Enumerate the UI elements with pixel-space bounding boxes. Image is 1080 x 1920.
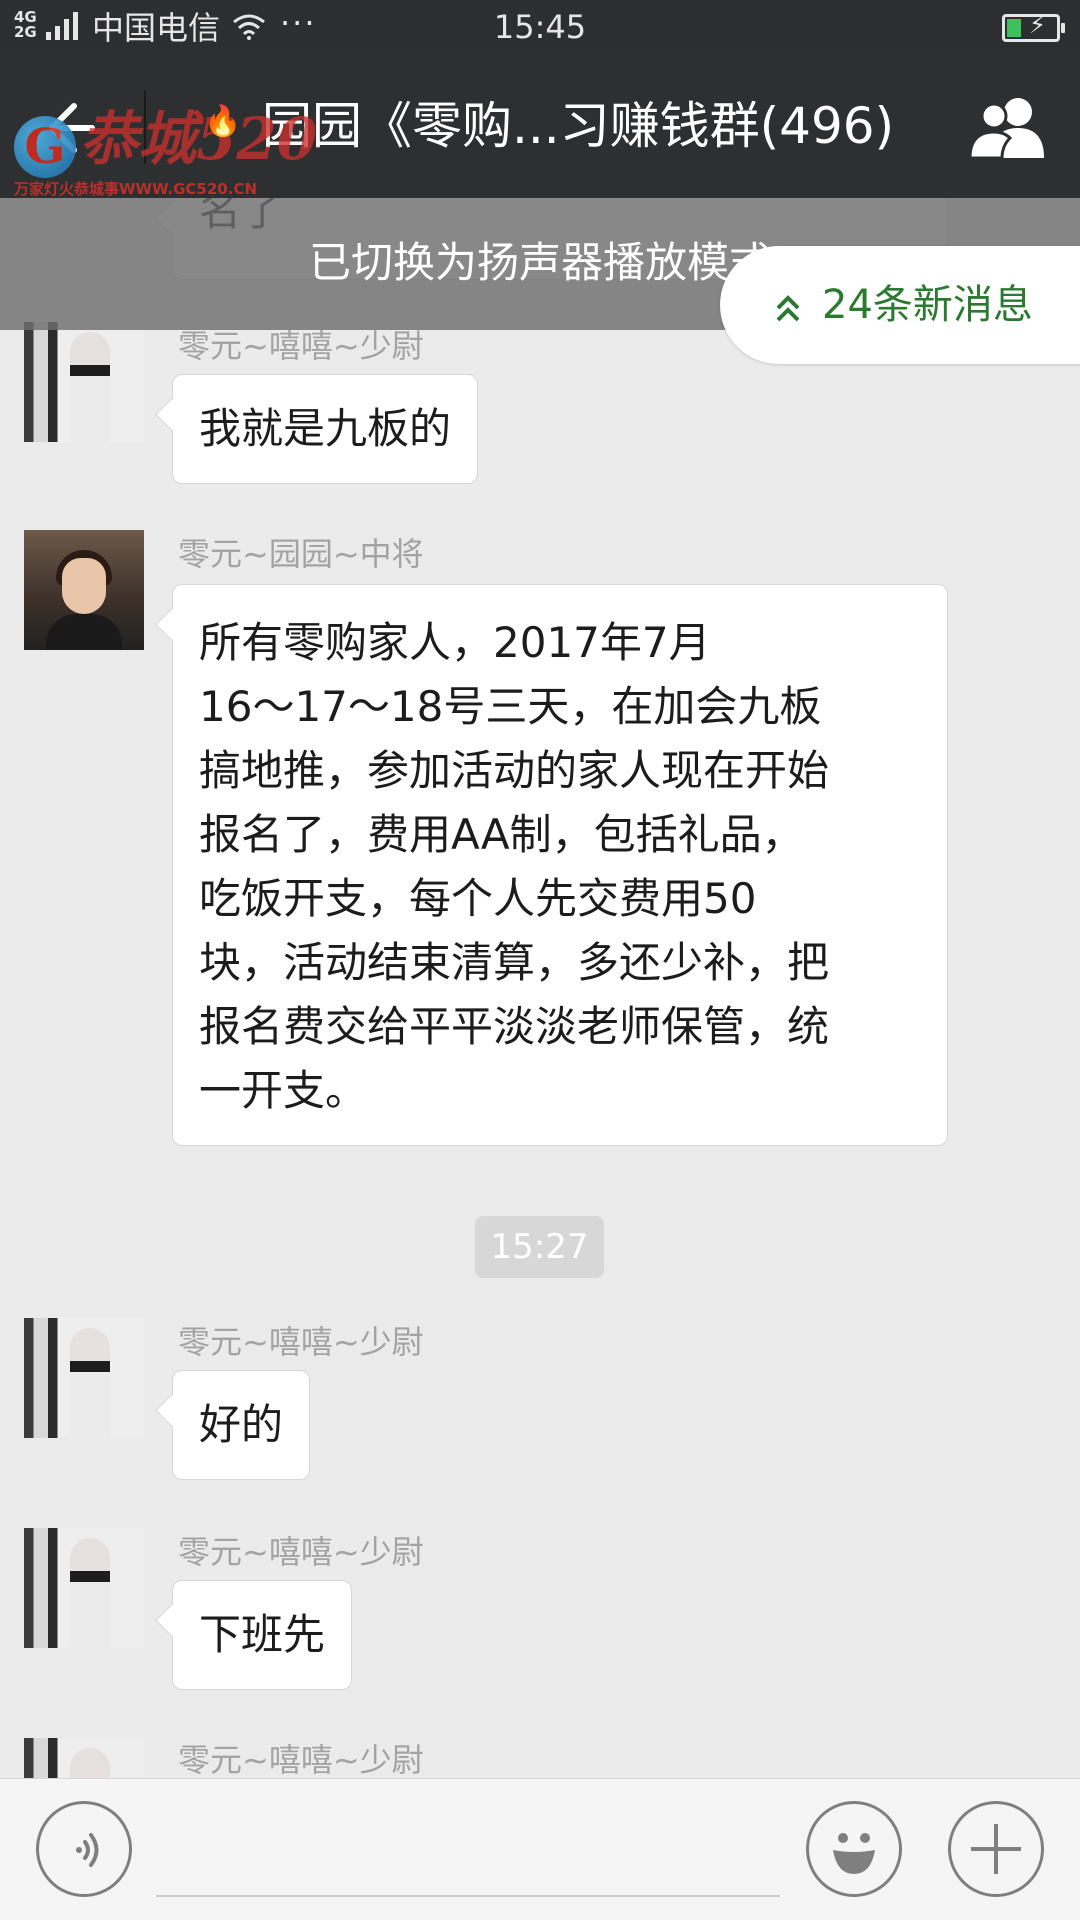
- message-list[interactable]: 名了 零元~嘻嘻~少尉 我就是九板的 零元~园园~中将 所有零购家人，2017年…: [0, 198, 1080, 1778]
- status-bar: 4G 2G 中国电信 ··· 15:45 ⚡: [0, 0, 1080, 54]
- message-line: 报名费交给平平淡淡老师保管，统: [199, 1002, 830, 1051]
- message-line: 一开支。: [199, 1066, 368, 1115]
- avatar[interactable]: [24, 322, 144, 442]
- avatar-figure: [70, 1538, 110, 1648]
- charging-bolt-icon: ⚡: [1029, 11, 1046, 39]
- message-line: 搞地推，参加活动的家人现在开始: [199, 746, 830, 795]
- watermark-logo-text: 恭城520: [80, 105, 318, 173]
- clock: 15:45: [493, 8, 587, 46]
- message-bubble[interactable]: 好的: [172, 1370, 311, 1480]
- message-line: 16～17～18号三天，在加会九板: [199, 682, 822, 731]
- double-chevron-up-icon: [776, 295, 800, 322]
- message-text: 我就是九板的: [199, 404, 452, 453]
- voice-input-button[interactable]: [36, 1801, 132, 1897]
- new-messages-label: 24条新消息: [822, 282, 1033, 328]
- message-bubble[interactable]: 所有零购家人，2017年7月 16～17～18号三天，在加会九板 搞地推，参加活…: [172, 584, 948, 1146]
- plus-icon: [971, 1824, 1021, 1874]
- chat-title: 园园《零购...习赚钱群(496): [262, 97, 895, 155]
- sender-name: 零元~嘻嘻~少尉: [178, 1323, 424, 1361]
- avatar-figure: [70, 1328, 110, 1438]
- message-line: 报名了，费用AA制，包括礼品，: [199, 810, 804, 859]
- avatar-body: [46, 614, 122, 650]
- message-bubble[interactable]: 我就是九板的: [172, 374, 479, 484]
- battery-level: [1007, 19, 1021, 37]
- sender-name: 零元~嘻嘻~少尉: [178, 327, 424, 365]
- avatar[interactable]: [24, 1318, 144, 1438]
- sender-name: 零元~园园~中将: [178, 535, 424, 573]
- message-line: 所有零购家人，2017年7月: [199, 618, 711, 667]
- avatar[interactable]: [24, 1528, 144, 1648]
- avatar-face: [62, 558, 106, 614]
- message-line: 块，活动结束清算，多还少补，把: [199, 938, 830, 987]
- group-members-icon[interactable]: [964, 92, 1054, 162]
- time-divider: 15:27: [475, 1216, 604, 1278]
- message-text: 好的: [199, 1400, 284, 1449]
- message-bubble[interactable]: 下班先: [172, 1580, 353, 1690]
- new-messages-button[interactable]: 24条新消息: [720, 246, 1080, 364]
- input-bar: [0, 1778, 1080, 1920]
- voice-input-icon: [76, 1833, 99, 1867]
- flame-icon: 🔥: [204, 104, 242, 139]
- emoji-icon: [833, 1833, 875, 1874]
- emoji-button[interactable]: [806, 1801, 902, 1897]
- more-options-button[interactable]: [948, 1801, 1044, 1897]
- avatar-figure: [70, 332, 110, 442]
- message-line: 吃饭开支，每个人先交费用50: [199, 874, 757, 923]
- message-text: 下班先: [199, 1610, 326, 1659]
- avatar[interactable]: [24, 530, 144, 650]
- message-input[interactable]: [156, 1895, 780, 1897]
- watermark-logo: G: [14, 116, 76, 178]
- site-watermark: G 恭城520 🔥 万家灯火恭城事WWW.GC520.CN: [14, 98, 317, 204]
- sender-name: 零元~嘻嘻~少尉: [178, 1533, 424, 1571]
- avatar-figure: [70, 1748, 110, 1778]
- battery-icon: ⚡: [1002, 11, 1065, 42]
- avatar[interactable]: [24, 1738, 144, 1778]
- sender-name: 零元~嘻嘻~少尉: [178, 1741, 424, 1778]
- watermark-site-text: 万家灯火恭城事WWW.GC520.CN: [14, 180, 258, 198]
